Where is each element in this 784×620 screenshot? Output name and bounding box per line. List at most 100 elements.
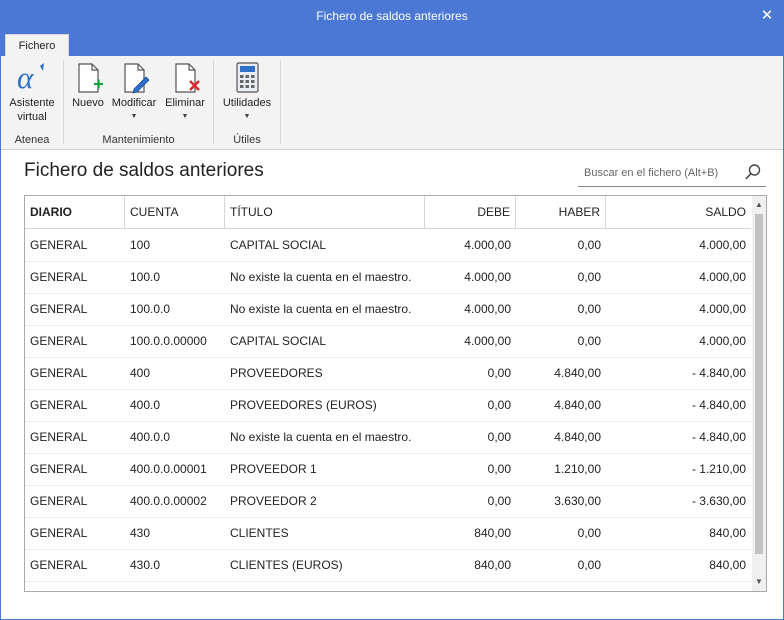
- scroll-up-icon[interactable]: ▲: [752, 198, 766, 212]
- cell-haber: 3.630,00: [554, 494, 601, 508]
- cell-haber: 1.210,00: [554, 462, 601, 476]
- cell-diario: GENERAL: [30, 302, 88, 316]
- close-button[interactable]: ✕: [751, 1, 783, 32]
- cell-titulo: PROVEEDORES: [230, 366, 323, 380]
- table-row[interactable]: GENERAL 100.0 No existe la cuenta en el ma…: [25, 261, 751, 294]
- cell-titulo: PROVEEDOR 2: [230, 494, 317, 508]
- column-header-saldo[interactable]: SALDO: [606, 196, 751, 228]
- table-row[interactable]: GENERAL 400.0 PROVEEDORES (EUROS) 0,00 4.840…: [25, 389, 751, 422]
- cell-saldo: 4.000,00: [699, 302, 746, 316]
- nuevo-button[interactable]: Nuevo: [68, 60, 108, 110]
- page-title: Fichero de saldos anteriores: [24, 160, 264, 181]
- vertical-scrollbar[interactable]: ▲ ▼: [752, 196, 766, 591]
- search-input[interactable]: [582, 162, 736, 184]
- table-row[interactable]: GENERAL 400.0.0.00002 PROVEEDOR 2 0,00 3.630…: [25, 485, 751, 518]
- cell-cuenta: 430: [130, 526, 151, 540]
- search-icon[interactable]: [744, 163, 762, 181]
- tab-fichero[interactable]: Fichero: [5, 34, 69, 57]
- cell-debe: 840,00: [474, 558, 511, 572]
- cell-diario: GENERAL: [30, 334, 88, 348]
- search-box: [578, 158, 766, 187]
- cell-diario: GENERAL: [30, 558, 88, 572]
- cell-cuenta: 430.0: [130, 558, 161, 572]
- cell-diario: GENERAL: [30, 494, 88, 508]
- ribbon-separator: [280, 60, 281, 144]
- utilidades-button[interactable]: Utilidades ▼: [218, 60, 276, 122]
- column-header-haber[interactable]: HABER: [516, 196, 606, 228]
- modificar-label: Modificar: [111, 97, 157, 109]
- cell-debe: 4.000,00: [464, 270, 511, 284]
- cell-cuenta: 400.0.0.00002: [130, 494, 207, 508]
- cell-titulo: CAPITAL SOCIAL: [230, 334, 327, 348]
- svg-text:α: α: [17, 60, 34, 95]
- modificar-button[interactable]: Modificar ▼: [108, 60, 160, 122]
- table-header: DIARIO CUENTA TÍTULO DEBE HABER SALDO: [25, 196, 751, 229]
- cell-debe: 0,00: [487, 366, 511, 380]
- column-header-diario[interactable]: DIARIO: [25, 196, 125, 228]
- group-label-atenea: Atenea: [14, 134, 50, 146]
- ribbon-group-atenea: α Asistente virtual Atenea: [1, 56, 63, 149]
- cell-diario: GENERAL: [30, 430, 88, 444]
- cell-titulo: PROVEEDOR 1: [230, 462, 317, 476]
- cell-saldo: 4.000,00: [699, 238, 746, 252]
- cell-titulo: No existe la cuenta en el maestro.: [230, 430, 412, 444]
- cell-debe: 4.000,00: [464, 334, 511, 348]
- cell-diario: GENERAL: [30, 526, 88, 540]
- cell-titulo: PROVEEDORES (EUROS): [230, 398, 377, 412]
- utilidades-label: Utilidades: [222, 97, 272, 109]
- cell-saldo: 840,00: [709, 526, 746, 540]
- cell-debe: 4.000,00: [464, 302, 511, 316]
- ribbon: α Asistente virtual Atenea Nuevo Modific…: [1, 56, 783, 150]
- cell-saldo: - 3.630,00: [691, 494, 746, 508]
- cell-cuenta: 400: [130, 366, 151, 380]
- table-row[interactable]: GENERAL 400.0.0.00001 PROVEEDOR 1 0,00 1.210…: [25, 453, 751, 486]
- cell-titulo: CAPITAL SOCIAL: [230, 238, 327, 252]
- cell-cuenta: 100.0.0: [130, 302, 171, 316]
- edit-document-icon: [124, 63, 150, 94]
- cell-haber: 0,00: [577, 270, 601, 284]
- cell-saldo: 4.000,00: [699, 270, 746, 284]
- calculator-icon: [236, 62, 259, 93]
- cell-debe: 4.000,00: [464, 238, 511, 252]
- table-row[interactable]: GENERAL 100.0.0.00000 CAPITAL SOCIAL 4.000,…: [25, 325, 751, 358]
- nuevo-label: Nuevo: [72, 97, 104, 109]
- table-row[interactable]: GENERAL 100.0.0 No existe la cuenta en el …: [25, 293, 751, 326]
- eliminar-button[interactable]: Eliminar ▼: [160, 60, 210, 122]
- cell-haber: 0,00: [577, 302, 601, 316]
- title-bar: Fichero de saldos anteriores ✕: [1, 1, 783, 32]
- ribbon-group-mantenimiento: Nuevo Modificar ▼ Eliminar ▼ Mantenimien…: [64, 56, 213, 149]
- ribbon-group-utiles: Utilidades ▼ Útiles: [214, 56, 280, 149]
- new-document-icon: [78, 63, 103, 93]
- cell-diario: GENERAL: [30, 462, 88, 476]
- scroll-down-icon[interactable]: ▼: [752, 575, 766, 589]
- scrollbar-thumb[interactable]: [755, 214, 763, 554]
- cell-titulo: CLIENTES: [230, 526, 289, 540]
- cell-titulo: CLIENTES (EUROS): [230, 558, 343, 572]
- table-row[interactable]: GENERAL 400.0.0 No existe la cuenta en el …: [25, 421, 751, 454]
- table-row[interactable]: GENERAL 100 CAPITAL SOCIAL 4.000,00 0,00 4.00…: [25, 229, 751, 262]
- column-header-titulo[interactable]: TÍTULO: [225, 196, 425, 228]
- cell-titulo: No existe la cuenta en el maestro.: [230, 302, 412, 316]
- ribbon-tab-row: Fichero: [1, 32, 783, 57]
- table-row[interactable]: GENERAL 400 PROVEEDORES 0,00 4.840,00 - 4.840…: [25, 357, 751, 390]
- assistant-alpha-icon: α: [17, 60, 44, 95]
- cell-titulo: No existe la cuenta en el maestro.: [230, 270, 412, 284]
- cell-diario: GENERAL: [30, 398, 88, 412]
- app-window: Fichero de saldos anteriores ✕ Fichero α…: [0, 0, 784, 620]
- cell-cuenta: 400.0: [130, 398, 161, 412]
- chevron-down-icon: ▼: [181, 113, 189, 120]
- chevron-down-icon: ▼: [243, 113, 251, 120]
- assistant-button[interactable]: α Asistente virtual: [5, 60, 59, 124]
- cell-haber: 0,00: [577, 334, 601, 348]
- window-title: Fichero de saldos anteriores: [316, 9, 468, 23]
- table-row[interactable]: GENERAL 430.0 CLIENTES (EUROS) 840,00 0,00 84…: [25, 549, 751, 582]
- data-grid: DIARIO CUENTA TÍTULO DEBE HABER SALDO GE…: [24, 195, 767, 592]
- cell-saldo: - 4.840,00: [691, 398, 746, 412]
- column-header-cuenta[interactable]: CUENTA: [125, 196, 225, 228]
- cell-debe: 0,00: [487, 398, 511, 412]
- column-header-debe[interactable]: DEBE: [425, 196, 516, 228]
- table-row[interactable]: GENERAL 430 CLIENTES 840,00 0,00 840,00: [25, 517, 751, 550]
- cell-debe: 0,00: [487, 430, 511, 444]
- assistant-label-2: virtual: [17, 111, 47, 123]
- cell-saldo: - 4.840,00: [691, 430, 746, 444]
